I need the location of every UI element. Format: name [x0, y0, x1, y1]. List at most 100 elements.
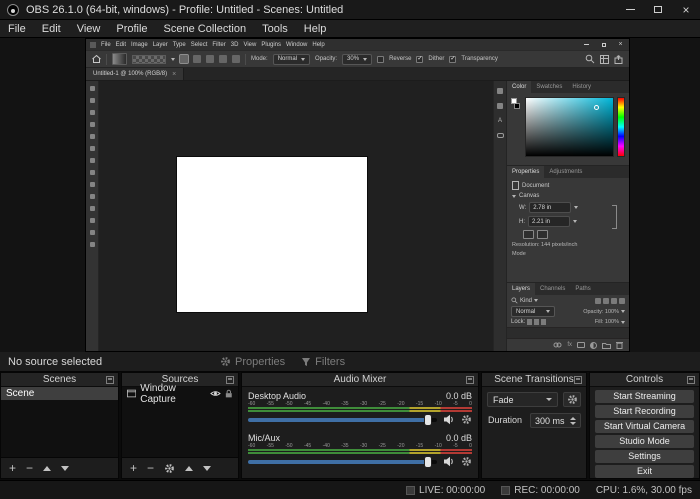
- ps-tool-icon: [90, 134, 95, 139]
- add-source-button[interactable]: +: [130, 462, 137, 474]
- ps-tool-icon: [90, 182, 95, 187]
- document-icon: [512, 181, 519, 190]
- move-source-down-button[interactable]: [203, 466, 211, 471]
- gear-icon: [220, 356, 231, 367]
- live-indicator-icon: [406, 486, 415, 495]
- exit-button[interactable]: Exit: [595, 465, 694, 478]
- menu-tools[interactable]: Tools: [254, 23, 296, 35]
- menu-scene-collection[interactable]: Scene Collection: [156, 23, 255, 35]
- ps-menu-item: Type: [173, 42, 186, 48]
- spin-down-icon[interactable]: [570, 422, 576, 425]
- color-panel-tabs: Color Swatches History: [507, 81, 629, 93]
- minimize-button[interactable]: [616, 0, 644, 19]
- remove-source-button[interactable]: −: [147, 462, 154, 474]
- remove-scene-button[interactable]: −: [26, 462, 33, 474]
- mixer-dock-header[interactable]: Audio Mixer: [242, 373, 478, 387]
- scenes-dock-header[interactable]: Scenes: [1, 373, 118, 387]
- volume-slider[interactable]: [248, 460, 437, 464]
- add-scene-button[interactable]: +: [9, 462, 16, 474]
- start-streaming-button[interactable]: Start Streaming: [595, 390, 694, 403]
- ps-menu-item: View: [243, 42, 256, 48]
- ps-document-tab: Untitled-1 @ 100% (RGB/8) ×: [86, 68, 184, 80]
- ps-tool-icon: [90, 206, 95, 211]
- ps-tool-icon: [90, 158, 95, 163]
- close-icon: ×: [682, 4, 689, 16]
- dock-popout-icon[interactable]: [106, 376, 114, 384]
- lock-icon[interactable]: [225, 389, 233, 399]
- canvas-section-header: Canvas: [512, 193, 624, 199]
- group-icon: [602, 342, 611, 349]
- resolution-row: Resolution: 144 pixels/inch: [512, 242, 624, 248]
- ps-tool-icon: [90, 146, 95, 151]
- layers-filter-row: Kind: [511, 297, 625, 304]
- linear-gradient-icon: [180, 55, 188, 63]
- menu-file[interactable]: File: [0, 23, 34, 35]
- scene-transitions-dock: Scene Transitions Fade Duration 300 ms: [481, 372, 587, 479]
- captured-window[interactable]: File Edit Image Layer Type Select Filter…: [85, 38, 630, 352]
- menu-view[interactable]: View: [69, 23, 109, 35]
- opacity-label: Opacity:: [315, 56, 337, 62]
- dock-popout-icon[interactable]: [226, 376, 234, 384]
- menu-edit[interactable]: Edit: [34, 23, 69, 35]
- ps-tool-icon: [90, 110, 95, 115]
- close-button[interactable]: ×: [672, 0, 700, 19]
- settings-button[interactable]: Settings: [595, 450, 694, 463]
- status-bar: LIVE: 00:00:00 REC: 00:00:00 CPU: 1.6%, …: [0, 480, 700, 499]
- channel-settings-gear-icon[interactable]: [461, 456, 472, 467]
- properties-button[interactable]: Properties: [220, 356, 285, 368]
- volume-slider-handle[interactable]: [425, 415, 431, 425]
- ps-menu-item: Layer: [153, 42, 168, 48]
- dock-popout-icon[interactable]: [687, 376, 695, 384]
- speaker-icon[interactable]: [443, 414, 455, 425]
- layers-panel-tabs: Layers Channels Paths: [507, 283, 629, 295]
- layers-list: [507, 327, 629, 339]
- rec-indicator-icon: [501, 486, 510, 495]
- source-properties-gear-icon[interactable]: [164, 463, 175, 474]
- preview-area[interactable]: File Edit Image Layer Type Select Filter…: [0, 38, 700, 352]
- height-row: H: 2.21 in: [519, 216, 624, 227]
- tab-color: Color: [507, 81, 531, 93]
- color-panel: Color Swatches History: [507, 81, 629, 165]
- start-recording-button[interactable]: Start Recording: [595, 405, 694, 418]
- mode-dropdown: Normal: [273, 54, 310, 65]
- filters-button[interactable]: Filters: [301, 356, 345, 368]
- sources-list[interactable]: Window Capture: [122, 387, 238, 457]
- volume-slider-handle[interactable]: [425, 457, 431, 467]
- move-scene-up-button[interactable]: [43, 466, 51, 471]
- rec-status: REC: 00:00:00: [501, 485, 580, 496]
- transitions-dock-header[interactable]: Scene Transitions: [482, 373, 586, 387]
- portrait-icon: [537, 230, 548, 239]
- reverse-checkbox: [377, 56, 384, 63]
- ps-logo-icon: [90, 42, 96, 48]
- filter-adjustment-icon: [603, 298, 609, 304]
- maximize-button[interactable]: [644, 0, 672, 19]
- volume-slider[interactable]: [248, 418, 437, 422]
- dock-popout-icon[interactable]: [466, 376, 474, 384]
- spin-up-icon[interactable]: [570, 417, 576, 420]
- transition-dropdown[interactable]: Fade: [487, 392, 558, 407]
- scenes-list[interactable]: Scene: [1, 387, 118, 457]
- start-virtual-camera-button[interactable]: Start Virtual Camera: [595, 420, 694, 433]
- transition-settings-button[interactable]: [563, 392, 581, 407]
- move-source-up-button[interactable]: [185, 466, 193, 471]
- move-scene-down-button[interactable]: [61, 466, 69, 471]
- workspace-icon: [600, 55, 609, 64]
- menu-profile[interactable]: Profile: [108, 23, 155, 35]
- dither-checkbox: ✓: [416, 56, 423, 63]
- duration-spinbox[interactable]: 300 ms: [530, 413, 581, 428]
- channel-settings-gear-icon[interactable]: [461, 414, 472, 425]
- maximize-icon: [654, 6, 662, 13]
- ps-menu-item: Plugins: [261, 42, 281, 48]
- gradient-tool-preset: [112, 53, 127, 65]
- dock-popout-icon[interactable]: [574, 376, 582, 384]
- channel-level: 0.0 dB: [446, 433, 472, 443]
- controls-dock-header[interactable]: Controls: [590, 373, 699, 387]
- scene-list-item[interactable]: Scene: [1, 387, 118, 400]
- speaker-icon[interactable]: [443, 456, 455, 467]
- volume-meter: [248, 407, 472, 412]
- studio-mode-button[interactable]: Studio Mode: [595, 435, 694, 448]
- menu-help[interactable]: Help: [296, 23, 335, 35]
- source-list-item[interactable]: Window Capture: [122, 387, 238, 400]
- ps-tool-icon: [90, 170, 95, 175]
- visibility-eye-icon[interactable]: [210, 389, 221, 398]
